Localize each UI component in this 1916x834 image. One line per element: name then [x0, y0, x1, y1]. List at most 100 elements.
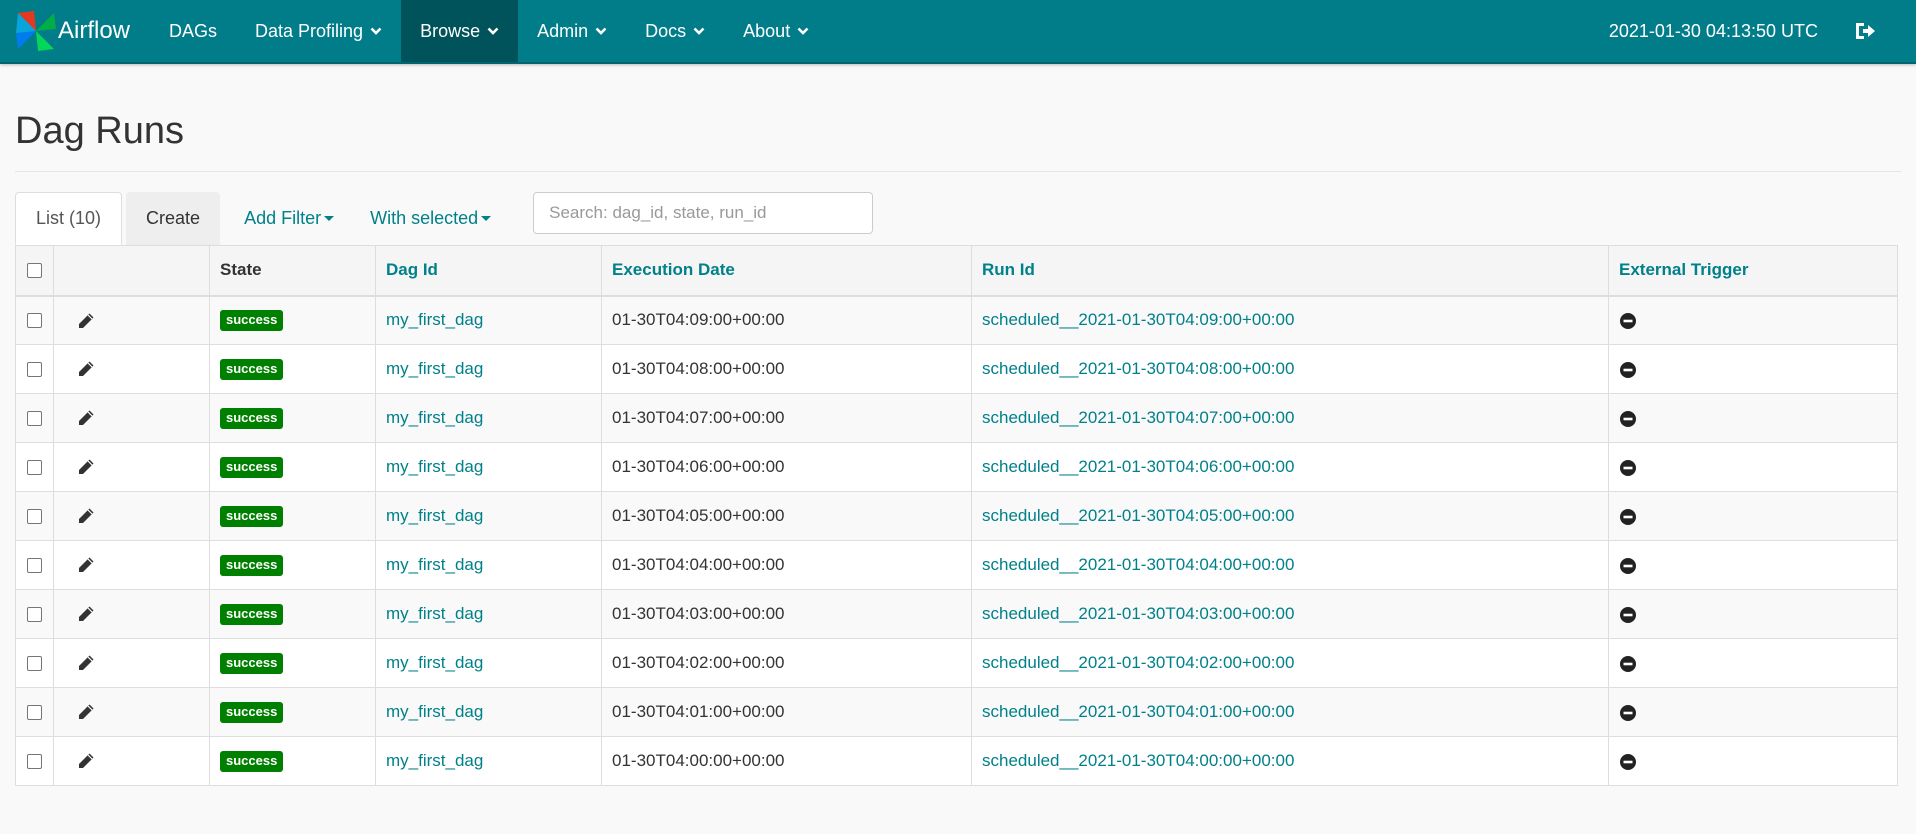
run-id-link[interactable]: scheduled__2021-01-30T04:03:00+00:00: [982, 604, 1294, 623]
dag-id-link[interactable]: my_first_dag: [386, 751, 483, 770]
run-id-link[interactable]: scheduled__2021-01-30T04:04:00+00:00: [982, 555, 1294, 574]
add-filter-label: Add Filter: [244, 208, 322, 228]
row-checkbox[interactable]: [27, 362, 42, 378]
row-checkbox[interactable]: [27, 509, 42, 525]
nav-item-label: Admin: [537, 20, 589, 41]
row-checkbox[interactable]: [27, 313, 42, 329]
pencil-icon[interactable]: [76, 751, 96, 771]
nav-item-admin[interactable]: Admin: [518, 0, 626, 62]
external-trigger-cell: [1608, 687, 1898, 737]
external-trigger-cell: [1608, 295, 1898, 345]
pencil-icon[interactable]: [76, 653, 96, 673]
row-actions-cell: [53, 344, 210, 394]
pencil-icon[interactable]: [76, 457, 96, 477]
dag-id-link[interactable]: my_first_dag: [386, 408, 483, 427]
row-checkbox[interactable]: [27, 460, 42, 476]
external-trigger-header[interactable]: External Trigger: [1608, 245, 1898, 297]
row-select-cell: [15, 687, 54, 737]
dag-id-cell: my_first_dag: [375, 589, 602, 639]
pencil-icon[interactable]: [76, 555, 96, 575]
pencil-icon[interactable]: [76, 408, 96, 428]
table-body: success my_first_dag 01-30T04:09:00+00:00 s…: [15, 295, 1898, 786]
nav-menu: DAGs Data Profiling Browse Admin Docs About: [150, 0, 828, 62]
row-checkbox[interactable]: [27, 656, 42, 672]
run-id-header[interactable]: Run Id: [971, 245, 1609, 297]
select-all-checkbox[interactable]: [27, 263, 42, 279]
pencil-icon[interactable]: [76, 359, 96, 379]
row-select-cell: [15, 491, 54, 541]
row-actions-cell: [53, 589, 210, 639]
pencil-icon[interactable]: [76, 604, 96, 624]
table-row: success my_first_dag 01-30T04:02:00+00:00 s…: [15, 638, 1898, 688]
dag-id-cell: my_first_dag: [375, 687, 602, 737]
state-cell: success: [209, 295, 376, 345]
execution-date-cell: 01-30T04:07:00+00:00: [601, 393, 972, 443]
dag-id-link[interactable]: my_first_dag: [386, 604, 483, 623]
chevron-down-icon: [370, 27, 382, 35]
run-id-link[interactable]: scheduled__2021-01-30T04:09:00+00:00: [982, 310, 1294, 329]
dag-id-link[interactable]: my_first_dag: [386, 653, 483, 672]
nav-item-data-profiling[interactable]: Data Profiling: [236, 0, 401, 62]
row-select-cell: [15, 540, 54, 590]
row-checkbox[interactable]: [27, 705, 42, 721]
nav-item-about[interactable]: About: [724, 0, 828, 62]
run-id-link[interactable]: scheduled__2021-01-30T04:01:00+00:00: [982, 702, 1294, 721]
server-clock: 2021-01-30 04:13:50 UTC: [1608, 20, 1818, 41]
dag-id-link[interactable]: my_first_dag: [386, 359, 483, 378]
with-selected-dropdown[interactable]: With selected: [358, 192, 515, 245]
run-id-link[interactable]: scheduled__2021-01-30T04:02:00+00:00: [982, 653, 1294, 672]
dag-id-link[interactable]: my_first_dag: [386, 457, 483, 476]
row-select-cell: [15, 589, 54, 639]
brand[interactable]: Airflow: [0, 0, 150, 62]
run-id-link[interactable]: scheduled__2021-01-30T04:08:00+00:00: [982, 359, 1294, 378]
pencil-icon[interactable]: [76, 311, 96, 331]
main-content: Dag Runs List (10) Create Add Filter Wit…: [0, 110, 1916, 786]
search-input[interactable]: [533, 192, 874, 234]
run-id-link[interactable]: scheduled__2021-01-30T04:06:00+00:00: [982, 457, 1294, 476]
row-checkbox[interactable]: [27, 558, 42, 574]
dag-id-link[interactable]: my_first_dag: [386, 555, 483, 574]
dag-id-link[interactable]: my_first_dag: [386, 702, 483, 721]
nav-item-browse[interactable]: Browse: [401, 0, 519, 62]
row-actions-cell: [53, 295, 210, 345]
run-id-cell: scheduled__2021-01-30T04:06:00+00:00: [971, 442, 1609, 492]
state-cell: success: [209, 393, 376, 443]
run-id-cell: scheduled__2021-01-30T04:03:00+00:00: [971, 589, 1609, 639]
row-actions-cell: [53, 687, 210, 737]
table-row: success my_first_dag 01-30T04:01:00+00:00 s…: [15, 687, 1898, 737]
nav-item-docs[interactable]: Docs: [626, 0, 724, 62]
row-checkbox[interactable]: [27, 754, 42, 770]
table-row: success my_first_dag 01-30T04:09:00+00:00 s…: [15, 295, 1898, 345]
execution-date-cell: 01-30T04:02:00+00:00: [601, 638, 972, 688]
nav-item-dags[interactable]: DAGs: [150, 0, 236, 62]
execution-date-cell: 01-30T04:00:00+00:00: [601, 736, 972, 786]
tab-list[interactable]: List (10): [15, 192, 123, 245]
dag-id-header[interactable]: Dag Id: [375, 245, 602, 297]
minus-circle-icon: [1620, 312, 1636, 329]
dag-id-link[interactable]: my_first_dag: [386, 310, 483, 329]
with-selected-label: With selected: [370, 208, 479, 228]
run-id-link[interactable]: scheduled__2021-01-30T04:00:00+00:00: [982, 751, 1294, 770]
run-id-cell: scheduled__2021-01-30T04:00:00+00:00: [971, 736, 1609, 786]
dag-id-link[interactable]: my_first_dag: [386, 506, 483, 525]
row-checkbox[interactable]: [27, 607, 42, 623]
pencil-icon[interactable]: [76, 506, 96, 526]
minus-circle-icon: [1620, 410, 1636, 427]
tab-create[interactable]: Create: [126, 192, 221, 245]
state-badge: success: [220, 506, 284, 527]
add-filter-dropdown[interactable]: Add Filter: [220, 192, 358, 245]
sign-out-icon[interactable]: [1854, 19, 1878, 43]
pencil-icon[interactable]: [76, 702, 96, 722]
execution-date-header[interactable]: Execution Date: [601, 245, 972, 297]
brand-name: Airflow: [58, 17, 131, 44]
external-trigger-cell: [1608, 393, 1898, 443]
row-checkbox[interactable]: [27, 411, 42, 427]
run-id-cell: scheduled__2021-01-30T04:04:00+00:00: [971, 540, 1609, 590]
minus-circle-icon: [1620, 606, 1636, 623]
state-badge: success: [220, 604, 284, 625]
minus-circle-icon: [1620, 508, 1636, 525]
run-id-link[interactable]: scheduled__2021-01-30T04:07:00+00:00: [982, 408, 1294, 427]
run-id-link[interactable]: scheduled__2021-01-30T04:05:00+00:00: [982, 506, 1294, 525]
dag-runs-table: State Dag Id Execution Date Run Id Exter…: [15, 245, 1898, 786]
chevron-down-icon: [487, 27, 499, 35]
